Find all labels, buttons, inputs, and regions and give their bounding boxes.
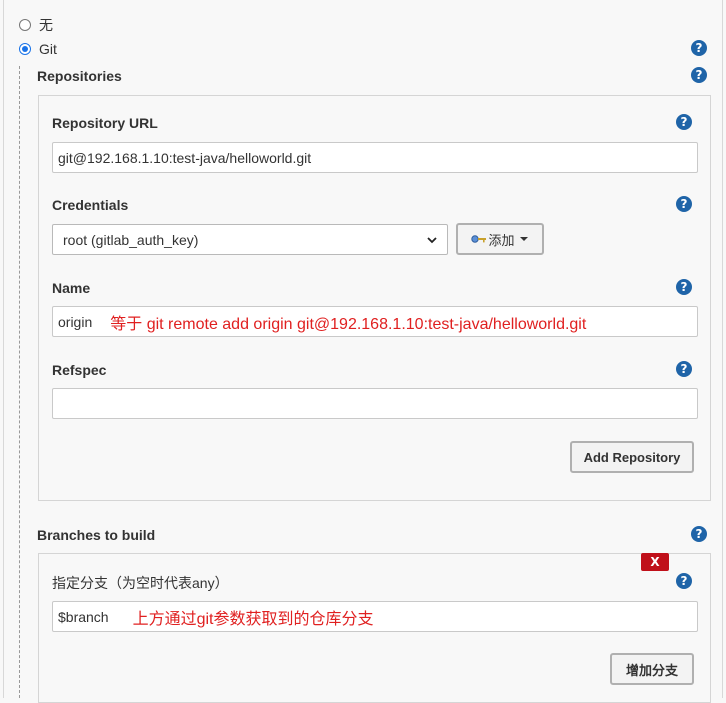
refspec-label: Refspec	[52, 362, 107, 378]
outer-border-right	[722, 0, 723, 698]
add-branch-button[interactable]: 增加分支	[610, 653, 694, 685]
branch-annotation: 上方通过git参数获取到的仓库分支	[132, 610, 374, 628]
scm-option-git[interactable]: Git	[19, 41, 57, 57]
caret-down-icon	[519, 237, 528, 241]
repository-url-help-icon[interactable]: ?	[676, 114, 692, 130]
credentials-help-icon[interactable]: ?	[676, 196, 692, 212]
chevron-down-icon	[427, 236, 437, 243]
name-label: Name	[52, 280, 91, 296]
credentials-selected-value: root (gitlab_auth_key)	[63, 231, 199, 248]
branch-specifier-value: $branch	[58, 608, 109, 625]
scm-git-help-icon[interactable]: ?	[691, 40, 707, 56]
key-icon	[471, 235, 487, 243]
add-credentials-button[interactable]: 添加	[456, 223, 544, 255]
name-value: origin	[58, 313, 93, 330]
name-help-icon[interactable]: ?	[676, 279, 692, 295]
scm-none-label: 无	[39, 17, 53, 33]
branches-to-build-label: Branches to build	[37, 527, 156, 543]
refspec-input[interactable]	[52, 388, 698, 419]
name-input[interactable]: origin 等于 git remote add origin git@192.…	[52, 306, 698, 337]
branches-help-icon[interactable]: ?	[691, 526, 707, 542]
repositories-label: Repositories	[37, 68, 122, 84]
branch-specifier-help-icon[interactable]: ?	[676, 573, 692, 589]
repository-url-input[interactable]: git@192.168.1.10:test-java/helloworld.gi…	[52, 142, 698, 173]
git-section-indent-line	[19, 66, 20, 698]
name-annotation: 等于 git remote add origin git@192.168.1.1…	[110, 315, 587, 333]
scm-option-none[interactable]: 无	[19, 15, 53, 35]
credentials-label: Credentials	[52, 197, 129, 213]
credentials-select[interactable]: root (gitlab_auth_key)	[52, 224, 448, 255]
repository-url-label: Repository URL	[52, 115, 158, 131]
repositories-help-icon[interactable]: ?	[691, 67, 707, 83]
repository-url-value: git@192.168.1.10:test-java/helloworld.gi…	[58, 149, 312, 166]
branch-specifier-input[interactable]: $branch 上方通过git参数获取到的仓库分支	[52, 601, 698, 632]
delete-branch-button[interactable]: X	[641, 553, 669, 571]
add-repository-button[interactable]: Add Repository	[570, 441, 694, 473]
branch-specifier-label: 指定分支（为空时代表any）	[52, 575, 229, 591]
outer-border-left	[3, 0, 4, 698]
refspec-help-icon[interactable]: ?	[676, 361, 692, 377]
scm-git-radio[interactable]	[19, 43, 31, 55]
scm-git-label: Git	[39, 41, 57, 57]
add-credentials-label: 添加	[488, 232, 515, 248]
scm-none-radio[interactable]	[19, 19, 31, 31]
